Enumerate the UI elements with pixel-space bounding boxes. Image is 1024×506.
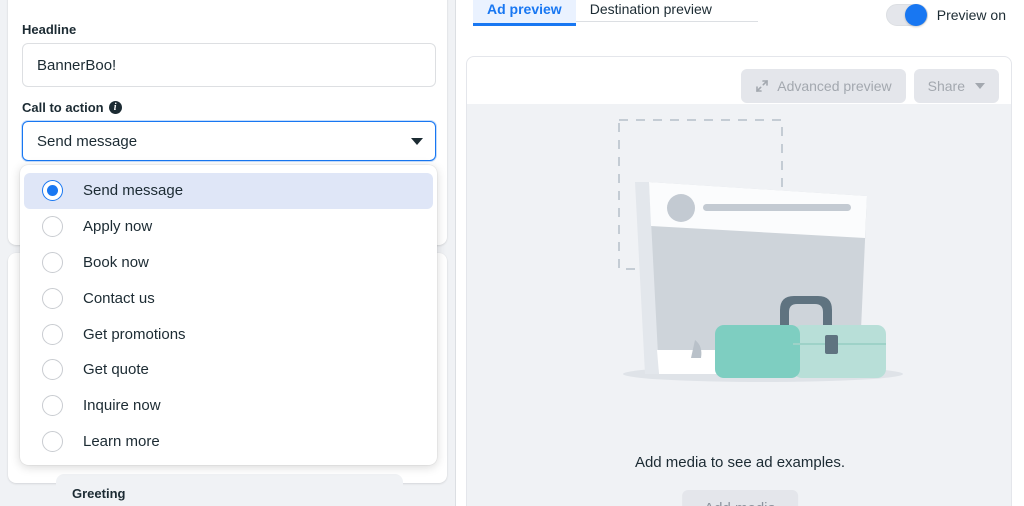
dropdown-option-label: Get quote <box>83 361 149 379</box>
dropdown-option-label: Get promotions <box>83 325 186 343</box>
preview-toggle-switch[interactable] <box>885 4 928 26</box>
dropdown-option-inquire-now[interactable]: Inquire now <box>20 388 437 424</box>
add-media-label: Add media <box>704 500 776 506</box>
radio-unselected-icon <box>42 395 63 417</box>
dropdown-option-get-promotions[interactable]: Get promotions <box>20 316 437 352</box>
share-button[interactable]: Share <box>913 69 999 103</box>
greeting-section[interactable]: Greeting <box>56 474 403 506</box>
call-to-action-select[interactable]: Send message <box>22 121 436 161</box>
toggle-knob <box>904 4 927 26</box>
share-label: Share <box>927 78 965 94</box>
dropdown-option-get-quote[interactable]: Get quote <box>20 352 437 388</box>
headline-label: Headline <box>22 22 77 37</box>
add-media-button[interactable]: Add media <box>682 490 798 506</box>
empty-state-message: Add media to see ad examples. <box>634 454 846 471</box>
preview-toolbar: Advanced preview Share <box>741 69 999 103</box>
call-to-action-label: Call to action i <box>22 100 436 115</box>
advanced-preview-button[interactable]: Advanced preview <box>741 69 906 103</box>
expand-arrows-icon <box>755 79 769 93</box>
dropdown-option-learn-more[interactable]: Learn more <box>20 424 437 460</box>
call-to-action-dropdown-menu[interactable]: Send message Apply now Book now Contact … <box>20 165 437 466</box>
dropdown-option-label: Learn more <box>83 432 160 450</box>
preview-tabs: Ad preview Destination preview <box>473 0 726 26</box>
greeting-title: Greeting <box>72 486 126 501</box>
dropdown-option-label: Inquire now <box>83 397 161 415</box>
column-divider <box>455 0 456 506</box>
dropdown-option-label: Contact us <box>83 289 155 307</box>
radio-unselected-icon <box>42 323 63 345</box>
radio-unselected-icon <box>42 251 63 273</box>
tab-label: Ad preview <box>487 1 562 17</box>
tab-destination-preview[interactable]: Destination preview <box>576 0 726 26</box>
headline-field: Headline BannerBoo! <box>22 22 436 87</box>
info-icon[interactable]: i <box>108 101 122 114</box>
tab-label: Destination preview <box>589 1 712 17</box>
ad-creative-form-column: Headline BannerBoo! Call to action i Sen… <box>0 0 455 506</box>
call-to-action-field: Call to action i Send message <box>22 100 436 161</box>
dropdown-option-contact-us[interactable]: Contact us <box>20 280 437 316</box>
preview-toggle-label: Preview on <box>936 7 1006 23</box>
headline-input[interactable]: BannerBoo! <box>22 43 436 87</box>
tab-ad-preview[interactable]: Ad preview <box>473 0 576 26</box>
ad-preview-panel: Advanced preview Share Add media to see … <box>466 56 1012 506</box>
radio-unselected-icon <box>42 430 63 452</box>
dropdown-option-apply-now[interactable]: Apply now <box>20 209 437 245</box>
dropdown-option-send-message[interactable]: Send message <box>24 173 433 209</box>
media-placeholder-illustration <box>567 112 927 412</box>
radio-selected-icon <box>42 180 63 202</box>
radio-unselected-icon <box>42 287 63 309</box>
app-root: Headline BannerBoo! Call to action i Sen… <box>0 0 1024 506</box>
headline-input-value: BannerBoo! <box>37 56 117 74</box>
radio-unselected-icon <box>42 216 63 238</box>
chevron-down-icon <box>411 138 423 145</box>
dropdown-option-label: Send message <box>83 182 184 200</box>
dropdown-option-label: Book now <box>83 253 149 271</box>
preview-toggle-group[interactable]: Preview on <box>885 4 1006 26</box>
dropdown-option-label: Apply now <box>83 218 153 236</box>
preview-canvas: Add media to see ad examples. Add media <box>467 104 1011 506</box>
radio-unselected-icon <box>42 359 63 381</box>
advanced-preview-label: Advanced preview <box>777 78 892 94</box>
dropdown-option-book-now[interactable]: Book now <box>20 245 437 281</box>
chevron-down-icon <box>975 83 985 89</box>
call-to-action-selected-value: Send message <box>37 132 138 150</box>
